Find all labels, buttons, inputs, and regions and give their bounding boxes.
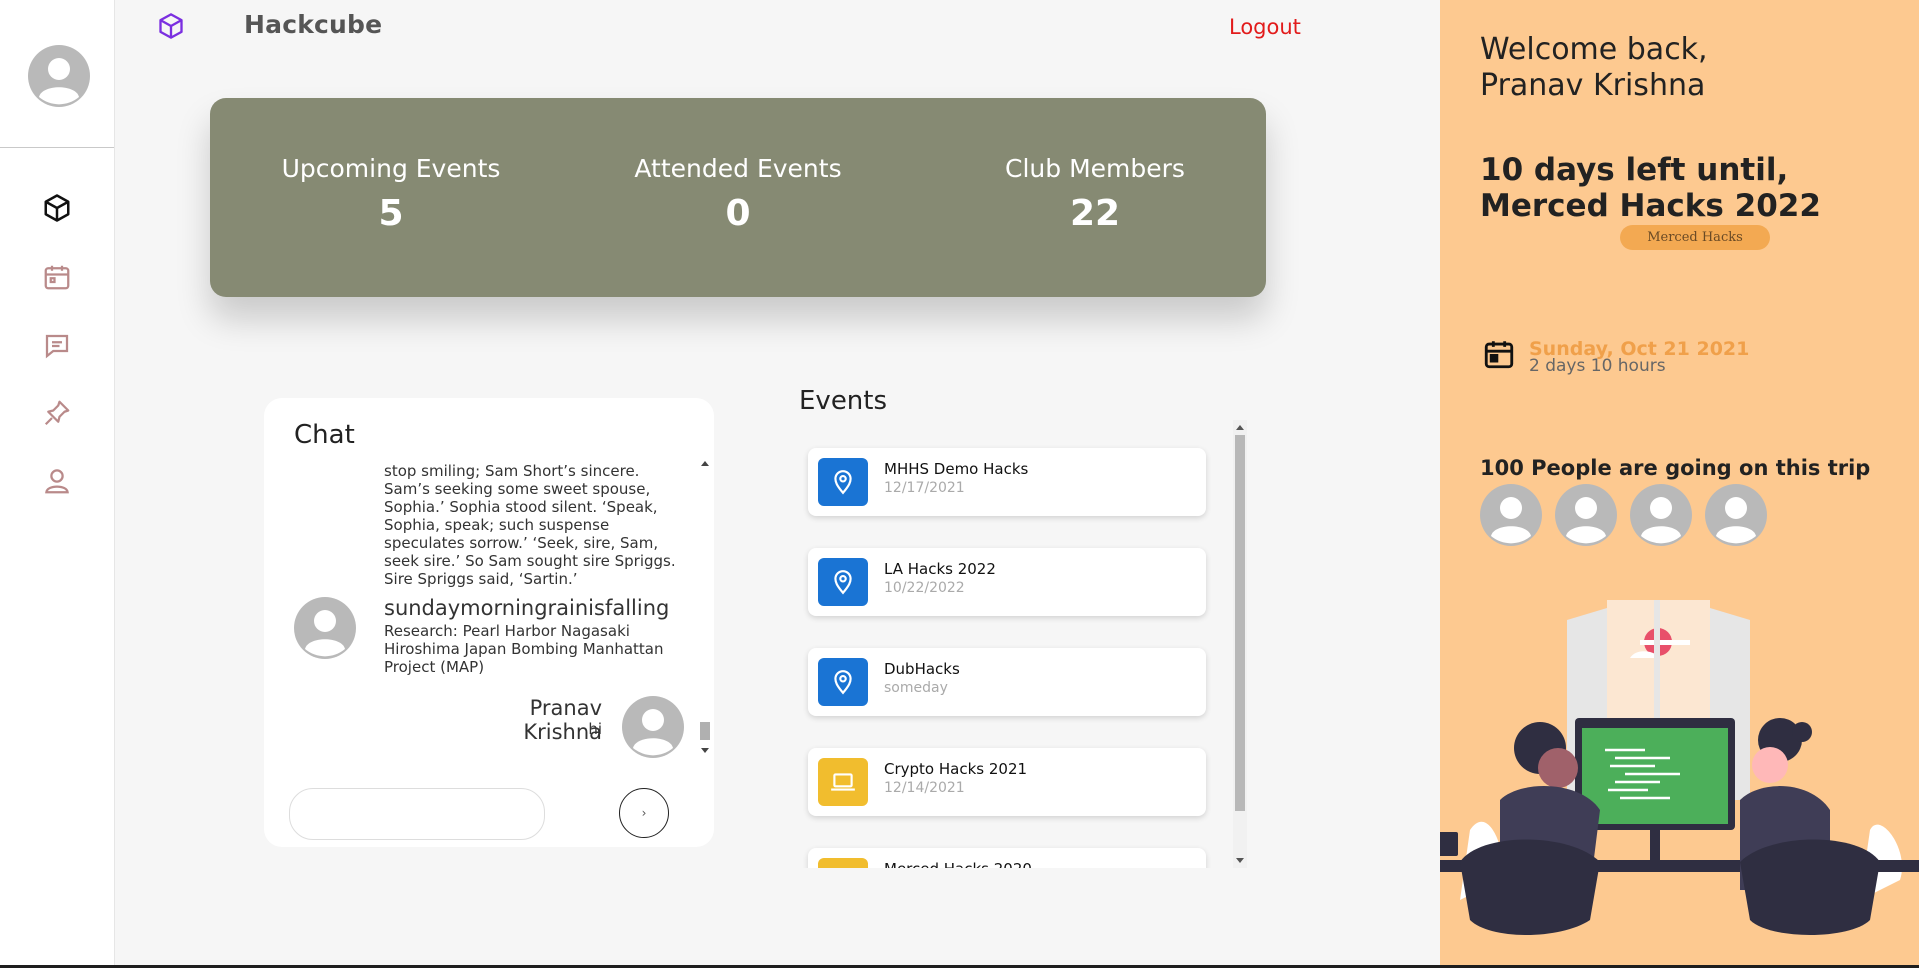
avatar (1705, 484, 1767, 546)
sidebar-item-profile[interactable] (40, 464, 74, 498)
event-icon-tile (818, 558, 868, 606)
brand-cube-icon (159, 13, 183, 39)
avatar (294, 597, 356, 659)
user-name: Pranav Krishna (1480, 68, 1706, 103)
event-icon-tile (818, 458, 868, 506)
sidebar-item-pinned[interactable] (40, 396, 74, 430)
logout-button[interactable]: Logout (1229, 15, 1301, 39)
calendar-icon (1484, 341, 1514, 369)
profile-section (0, 0, 114, 148)
location-pin-icon (834, 470, 852, 495)
chat-icon (45, 334, 69, 359)
sidebar-item-dashboard[interactable] (40, 191, 74, 225)
event-icon-tile (818, 858, 868, 868)
event-item[interactable]: LA Hacks 2022 10/22/2022 (808, 548, 1206, 616)
event-countdown: 10 days left until, Merced Hacks 2022 (1480, 152, 1821, 224)
events-title: Events (799, 386, 888, 416)
chat-messages[interactable]: stop smiling; Sam Short’s sincere. Sam’s… (264, 458, 714, 760)
avatar (1480, 484, 1542, 546)
chat-title: Chat (294, 420, 355, 450)
stat-value: 5 (378, 193, 404, 234)
stat-value: 0 (725, 193, 751, 234)
welcome-message: Welcome back, Pranav Krishna (1480, 32, 1708, 104)
event-tag[interactable]: Merced Hacks (1620, 225, 1770, 250)
event-name: MHHS Demo Hacks (884, 460, 1029, 478)
event-item[interactable]: Crypto Hacks 2021 12/14/2021 (808, 748, 1206, 816)
event-date: 12/17/2021 (884, 480, 965, 496)
countdown-line: 10 days left until, (1480, 152, 1789, 188)
right-panel: Welcome back, Pranav Krishna 10 days lef… (1440, 0, 1919, 968)
avatar (1555, 484, 1617, 546)
chat-input[interactable] (289, 788, 545, 840)
stats-card: Upcoming Events 5 Attended Events 0 Club… (210, 98, 1266, 297)
stat-value: 22 (1069, 193, 1121, 234)
coding-illustration (1440, 600, 1919, 935)
chat-panel: Chat stop smiling; Sam Short’s sincere. … (264, 398, 714, 847)
event-icon-tile (818, 658, 868, 706)
chat-message-text: stop smiling; Sam Short’s sincere. Sam’s… (384, 462, 676, 588)
event-name: Crypto Hacks 2021 (884, 760, 1028, 778)
avatar (622, 696, 684, 758)
chat-message-text: hi (588, 720, 602, 738)
event-date: someday (884, 680, 948, 696)
cube-icon (44, 194, 70, 222)
user-icon (45, 469, 69, 494)
event-item[interactable]: DubHacks someday (808, 648, 1206, 716)
event-name: DubHacks (884, 660, 960, 678)
event-name: LA Hacks 2022 (884, 560, 996, 578)
stat-upcoming-events: Upcoming Events 5 (241, 154, 541, 234)
location-pin-icon (834, 570, 852, 595)
event-date: 12/14/2021 (884, 780, 965, 796)
location-pin-icon (834, 670, 852, 695)
pin-icon (44, 400, 70, 426)
calendar-icon (44, 265, 70, 290)
stat-label: Attended Events (634, 154, 842, 183)
event-item[interactable]: MHHS Demo Hacks 12/17/2021 (808, 448, 1206, 516)
sidebar-item-chat[interactable] (40, 329, 74, 363)
events-scrollbar[interactable] (1233, 420, 1247, 868)
welcome-line: Welcome back, (1480, 32, 1708, 67)
stat-label: Upcoming Events (281, 154, 501, 183)
time-remaining: 2 days 10 hours (1529, 356, 1666, 376)
sidebar-item-calendar[interactable] (40, 260, 74, 294)
laptop-icon (831, 773, 855, 791)
stat-attended-events: Attended Events 0 (588, 154, 888, 234)
sidebar (0, 0, 115, 968)
attendees-heading: 100 People are going on this trip (1480, 456, 1871, 480)
events-list[interactable]: MHHS Demo Hacks 12/17/2021 LA Hacks 2022… (800, 420, 1240, 868)
chat-message-text: Research: Pearl Harbor Nagasaki Hiroshim… (384, 622, 664, 676)
avatar (1630, 484, 1692, 546)
avatar[interactable] (28, 45, 90, 107)
chat-message-author: sundaymorningrainisfalling (384, 596, 670, 620)
event-icon-tile (818, 758, 868, 806)
send-button[interactable]: › (619, 788, 669, 838)
event-item[interactable]: Merced Hacks 2020 (808, 848, 1206, 868)
stat-club-members: Club Members 22 (945, 154, 1245, 234)
app-title: Hackcube (244, 10, 383, 39)
chat-scrollbar[interactable] (698, 456, 712, 760)
event-name: Merced Hacks 2020 (884, 860, 1032, 868)
countdown-event-name: Merced Hacks 2022 (1480, 188, 1821, 224)
stat-label: Club Members (1005, 154, 1185, 183)
event-date: 10/22/2022 (884, 580, 965, 596)
